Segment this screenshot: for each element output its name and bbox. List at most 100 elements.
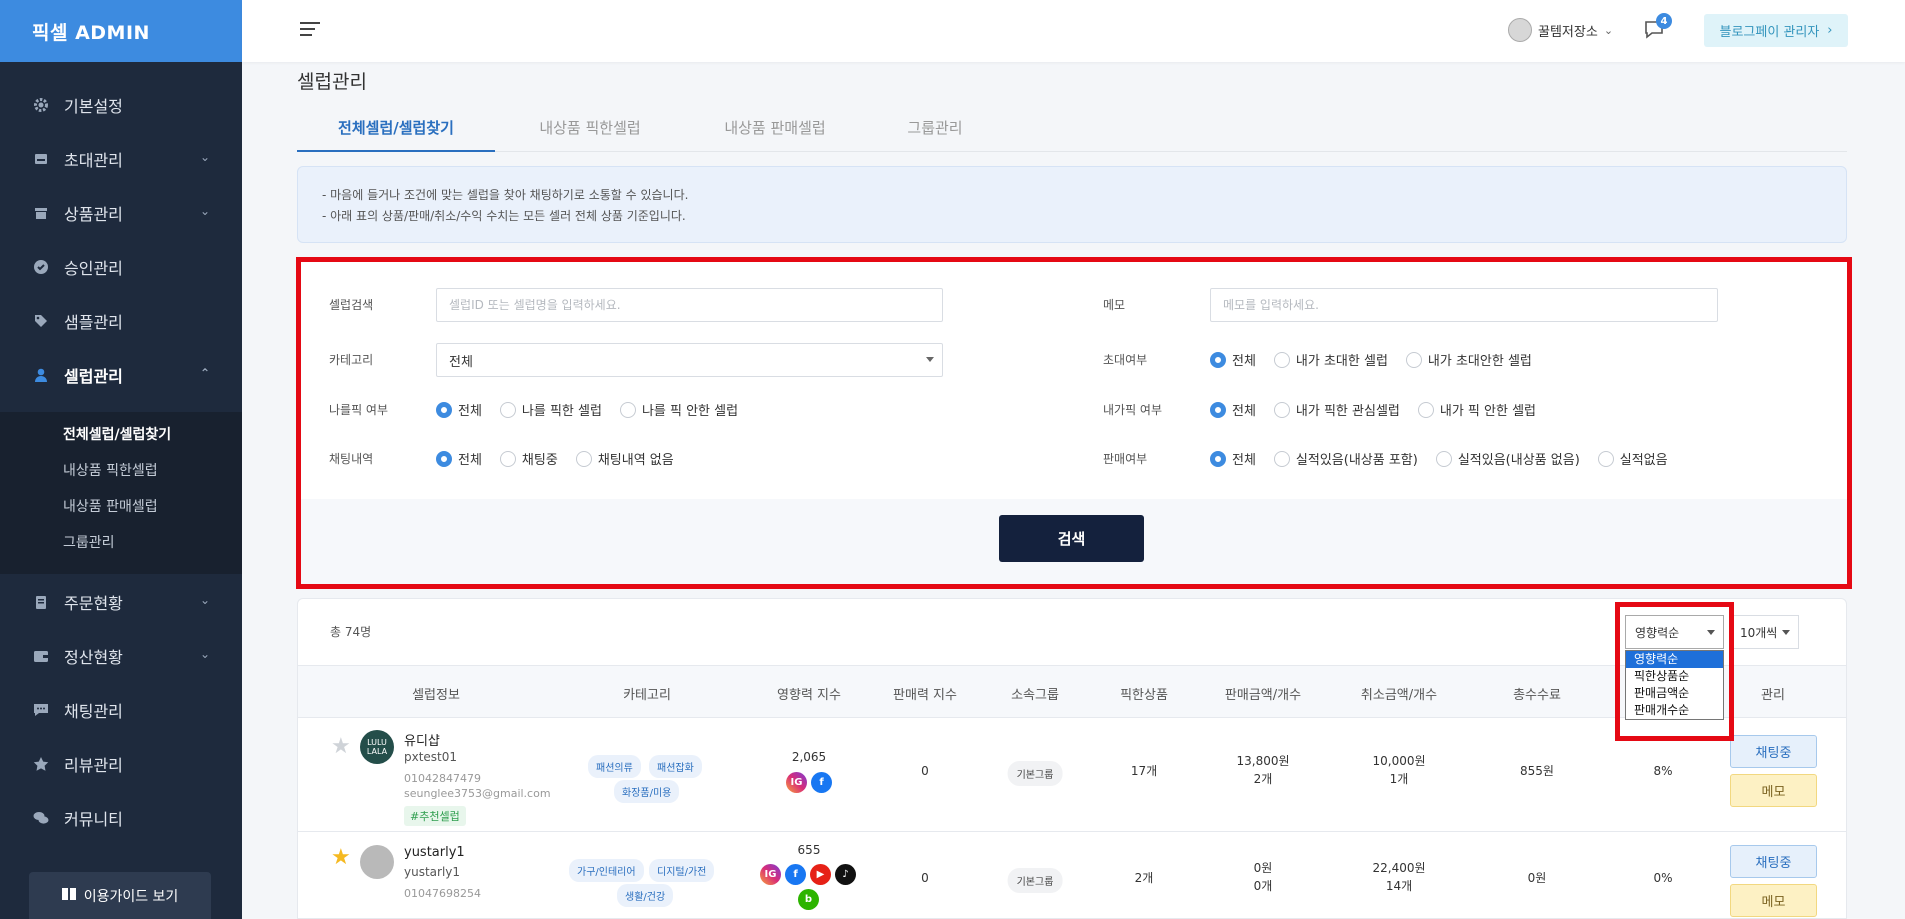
tab-picked-celebs[interactable]: 내상품 픽한셀럽 bbox=[515, 108, 665, 152]
chevron-down-icon: ⌄ bbox=[1603, 23, 1614, 37]
radio-my-pick-all[interactable]: 전체 bbox=[1210, 400, 1256, 419]
filter-label-picked-me: 나를픽 여부 bbox=[329, 403, 389, 417]
memo-input[interactable] bbox=[1210, 288, 1718, 322]
group-chip: 기본그룹 bbox=[1007, 761, 1063, 786]
sort-option-sales-count[interactable]: 판매개수순 bbox=[1626, 702, 1723, 719]
sidebar-item-orders[interactable]: 주문현황 ⌄ bbox=[0, 575, 242, 629]
star-icon[interactable]: ★ bbox=[331, 734, 351, 759]
chat-button[interactable]: 채팅중 bbox=[1730, 735, 1817, 768]
caret-down-icon bbox=[1782, 630, 1790, 635]
radio-sales-with-mine[interactable]: 실적있음(내상품 포함) bbox=[1273, 449, 1418, 468]
search-button[interactable]: 검색 bbox=[999, 515, 1144, 562]
radio-dot bbox=[1597, 450, 1614, 467]
submenu-item-groups[interactable]: 그룹관리 bbox=[63, 532, 115, 552]
submenu-item-picked-celebs[interactable]: 내상품 픽한셀럽 bbox=[63, 460, 158, 480]
sidebar-item-approval[interactable]: 승인관리 bbox=[0, 240, 242, 294]
avatar: LULU LALA bbox=[360, 730, 394, 764]
wallet-icon bbox=[32, 647, 50, 665]
sort-option-sales-amount[interactable]: 판매금액순 bbox=[1626, 685, 1723, 702]
star-icon[interactable]: ★ bbox=[331, 845, 351, 870]
celeb-name: yustarly1 bbox=[404, 845, 465, 860]
celeb-search-input[interactable] bbox=[436, 288, 943, 322]
radio-label: 내가 초대안한 셀럽 bbox=[1427, 354, 1532, 369]
youtube-icon[interactable]: ▶ bbox=[810, 864, 831, 885]
blog-icon[interactable]: b bbox=[798, 889, 819, 910]
submenu-item-selling-celebs[interactable]: 내상품 판매셀럽 bbox=[63, 496, 158, 516]
guide-button-label: 이용가이드 보기 bbox=[83, 888, 179, 905]
radio-not-picked-me[interactable]: 나를 픽 안한 셀럽 bbox=[619, 400, 739, 419]
radio-chat-all[interactable]: 전체 bbox=[436, 449, 482, 468]
facebook-icon[interactable]: f bbox=[811, 772, 832, 793]
radio-sales-all[interactable]: 전체 bbox=[1210, 449, 1256, 468]
sales-count: 2개 bbox=[1253, 772, 1273, 786]
sidebar-item-invite[interactable]: 초대관리 ⌄ bbox=[0, 132, 242, 186]
radio-picked-me-all[interactable]: 전체 bbox=[436, 400, 482, 419]
radio-my-pick[interactable]: 내가 픽한 관심셀럽 bbox=[1273, 400, 1400, 419]
celeb-id: yustarly1 bbox=[404, 865, 461, 879]
guide-button[interactable]: 이용가이드 보기 bbox=[29, 872, 211, 919]
sidebar-item-reviews[interactable]: 리뷰관리 bbox=[0, 737, 242, 791]
avatar bbox=[360, 845, 394, 879]
radio-sales-without-mine[interactable]: 실적있음(내상품 없음) bbox=[1435, 449, 1580, 468]
filter-label-chat: 채팅내역 bbox=[329, 452, 374, 466]
sort-select-value: 영향력순 bbox=[1635, 625, 1680, 640]
sidebar-item-label: 리뷰관리 bbox=[64, 756, 123, 775]
sidebar-item-samples[interactable]: 샘플관리 bbox=[0, 294, 242, 348]
radio-dot bbox=[1417, 401, 1434, 418]
radio-picked-me[interactable]: 나를 픽한 셀럽 bbox=[499, 400, 602, 419]
radio-dot bbox=[499, 450, 516, 467]
sidebar-item-chat[interactable]: 채팅관리 bbox=[0, 683, 242, 737]
memo-button[interactable]: 메모 bbox=[1730, 774, 1817, 807]
logo[interactable]: 픽셀 ADMIN bbox=[0, 0, 242, 62]
tab-groups[interactable]: 그룹관리 bbox=[875, 108, 995, 152]
memo-button[interactable]: 메모 bbox=[1730, 884, 1817, 917]
sidebar-item-settlement[interactable]: 정산현황 ⌄ bbox=[0, 629, 242, 683]
book-icon bbox=[61, 887, 76, 904]
sidebar-item-label: 주문현황 bbox=[64, 594, 123, 613]
radio-chatting[interactable]: 채팅중 bbox=[499, 449, 558, 468]
radio-dot bbox=[1210, 401, 1226, 418]
radio-dot bbox=[1210, 450, 1226, 467]
sidebar-item-community[interactable]: 커뮤니티 bbox=[0, 791, 242, 845]
celeb-phone: 01047698254 bbox=[404, 887, 481, 900]
sidebar-item-products[interactable]: 상품관리 ⌄ bbox=[0, 186, 242, 240]
column-header: 판매금액/개수 bbox=[1224, 688, 1302, 703]
sort-select[interactable]: 영향력순 bbox=[1625, 615, 1724, 649]
results-card: 총 74명 영향력순 영향력순 픽한상품순 판매금액순 판매개수순 10개씩 셀… bbox=[297, 598, 1847, 919]
filter-label-my-pick: 내가픽 여부 bbox=[1103, 403, 1163, 417]
tab-bar: 전체셀럽/셀럽찾기 내상품 픽한셀럽 내상품 판매셀럽 그룹관리 bbox=[297, 108, 1847, 152]
filter-label-category: 카테고리 bbox=[329, 353, 374, 367]
chevron-down-icon: ⌄ bbox=[199, 593, 210, 607]
radio-invited[interactable]: 내가 초대한 셀럽 bbox=[1273, 350, 1388, 369]
radio-label: 전체 bbox=[458, 404, 482, 419]
category-select[interactable]: 전체 bbox=[436, 343, 943, 377]
cancel-count: 14개 bbox=[1385, 879, 1413, 893]
admin-button[interactable]: 블로그페이 관리자 › bbox=[1704, 14, 1848, 47]
sort-option-influence[interactable]: 영향력순 bbox=[1626, 651, 1723, 668]
radio-not-invited[interactable]: 내가 초대안한 셀럽 bbox=[1405, 350, 1532, 369]
radio-not-my-pick[interactable]: 내가 픽 안한 셀럽 bbox=[1417, 400, 1536, 419]
tab-all-celebs[interactable]: 전체셀럽/셀럽찾기 bbox=[297, 108, 495, 152]
per-page-select[interactable]: 10개씩 bbox=[1731, 615, 1799, 649]
instagram-icon[interactable]: IG bbox=[786, 772, 807, 793]
radio-label: 나를 픽 안한 셀럽 bbox=[641, 404, 739, 419]
sidebar-item-celebs[interactable]: 셀럽관리 ⌃ bbox=[0, 348, 242, 402]
facebook-icon[interactable]: f bbox=[785, 864, 806, 885]
group-chip: 기본그룹 bbox=[1007, 868, 1063, 893]
tiktok-icon[interactable]: ♪ bbox=[835, 864, 856, 885]
instagram-icon[interactable]: IG bbox=[760, 864, 781, 885]
sort-option-picked[interactable]: 픽한상품순 bbox=[1626, 668, 1723, 685]
radio-no-chat[interactable]: 채팅내역 없음 bbox=[575, 449, 674, 468]
chat-button[interactable]: 채팅중 bbox=[1730, 845, 1817, 878]
user-menu[interactable]: 꿀템저장소 ⌄ bbox=[1508, 18, 1613, 42]
sidebar-item-basic-settings[interactable]: 기본설정 bbox=[0, 78, 242, 132]
filter-label-memo: 메모 bbox=[1103, 298, 1126, 312]
radio-label: 전체 bbox=[1232, 453, 1256, 468]
chevron-right-icon: › bbox=[1827, 23, 1833, 38]
menu-toggle-icon[interactable] bbox=[300, 22, 320, 38]
submenu-item-all-celebs[interactable]: 전체셀럽/셀럽찾기 bbox=[63, 424, 171, 444]
radio-invite-all[interactable]: 전체 bbox=[1210, 350, 1256, 369]
tab-selling-celebs[interactable]: 내상품 판매셀럽 bbox=[695, 108, 855, 152]
radio-no-sales[interactable]: 실적없음 bbox=[1597, 449, 1668, 468]
user-icon bbox=[32, 366, 50, 384]
